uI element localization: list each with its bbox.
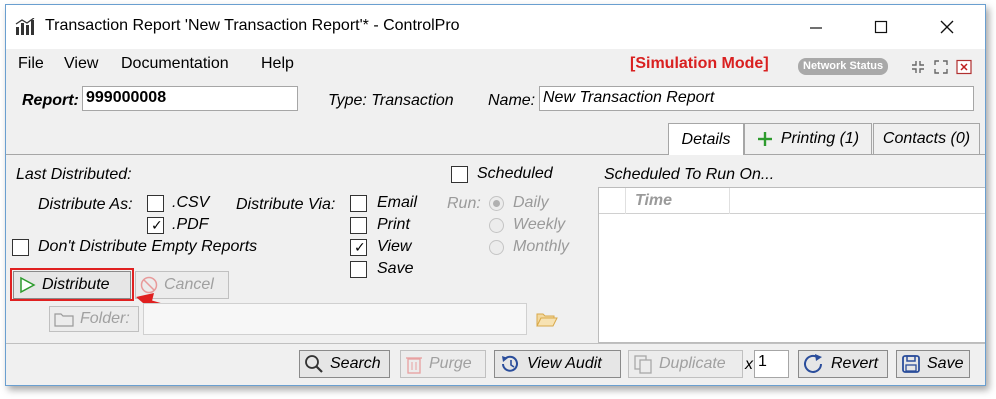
- title-bar: Transaction Report 'New Transaction Repo…: [6, 5, 985, 49]
- time-column-header: Time: [635, 192, 673, 209]
- view-checkbox[interactable]: ✓: [350, 239, 367, 256]
- report-label: Report:: [22, 92, 79, 109]
- floppy-disk-icon: [902, 355, 920, 373]
- name-label: Name:: [488, 92, 536, 109]
- save-label: Save: [377, 260, 414, 277]
- app-chart-icon: [15, 18, 35, 35]
- pdf-label: .PDF: [172, 216, 209, 233]
- menu-documentation[interactable]: Documentation: [121, 55, 229, 73]
- network-status-badge[interactable]: Network Status: [798, 58, 889, 75]
- duplicate-button-label: Duplicate: [659, 355, 726, 372]
- daily-label: Daily: [513, 194, 549, 211]
- open-folder-icon[interactable]: [536, 312, 558, 328]
- close-button[interactable]: [918, 5, 976, 49]
- report-window: Transaction Report 'New Transaction Repo…: [5, 4, 986, 386]
- collapse-icon[interactable]: [910, 59, 926, 75]
- revert-icon: [804, 354, 822, 373]
- csv-checkbox[interactable]: [147, 195, 164, 212]
- menu-file[interactable]: File: [18, 55, 44, 73]
- scheduled-label: Scheduled: [477, 165, 553, 182]
- schedule-grid[interactable]: Time: [598, 187, 985, 343]
- scheduled-to-run-label: Scheduled To Run On...: [604, 166, 775, 183]
- duplicate-times-label: x: [745, 356, 753, 373]
- duplicate-button[interactable]: Duplicate: [628, 350, 743, 378]
- save-button-label: Save: [927, 355, 964, 372]
- run-label: Run:: [447, 195, 481, 212]
- duplicate-count-field[interactable]: 1: [754, 350, 789, 378]
- pdf-checkbox[interactable]: ✓: [147, 217, 164, 234]
- folder-path-field[interactable]: [143, 303, 527, 335]
- menu-view[interactable]: View: [64, 55, 98, 73]
- play-icon: [20, 276, 36, 294]
- tab-printing-label: Printing (1): [780, 130, 860, 147]
- maximize-button[interactable]: [852, 5, 910, 49]
- history-icon: [502, 355, 518, 372]
- purge-button-label: Purge: [429, 355, 472, 372]
- schedule-grid-header: Time: [599, 188, 985, 214]
- toolbar-divider: [6, 343, 985, 344]
- monthly-radio[interactable]: [489, 240, 504, 255]
- scheduled-checkbox[interactable]: [451, 166, 468, 183]
- folder-outline-icon: [54, 313, 74, 327]
- distribute-as-label: Distribute As:: [38, 196, 133, 213]
- close-panel-icon[interactable]: [956, 59, 972, 75]
- plus-icon: [757, 132, 772, 146]
- csv-label: .CSV: [172, 194, 210, 211]
- report-name-field[interactable]: New Transaction Report: [539, 86, 974, 111]
- close-icon: [940, 20, 954, 34]
- view-audit-button[interactable]: View Audit: [494, 350, 621, 378]
- purge-button[interactable]: Purge: [400, 350, 486, 378]
- last-distributed-label: Last Distributed:: [16, 166, 132, 183]
- save-button[interactable]: Save: [896, 350, 970, 378]
- save-checkbox[interactable]: [350, 261, 367, 278]
- revert-button[interactable]: Revert: [798, 350, 888, 378]
- weekly-label: Weekly: [513, 216, 566, 233]
- distribute-via-label: Distribute Via:: [236, 196, 336, 213]
- email-label: Email: [377, 194, 418, 211]
- revert-button-label: Revert: [831, 355, 879, 372]
- report-type-text: Type: Transaction: [328, 92, 454, 109]
- simulation-mode-label: [Simulation Mode]: [630, 55, 769, 72]
- report-number-field[interactable]: 999000008: [82, 86, 298, 111]
- checkmark-icon: ✓: [151, 217, 163, 233]
- distribute-button-label: Distribute: [42, 276, 110, 293]
- email-checkbox[interactable]: [350, 195, 367, 212]
- menu-bar: File View Documentation Help [Simulation…: [6, 49, 985, 77]
- expand-icon[interactable]: [933, 59, 949, 75]
- search-button-label: Search: [330, 355, 381, 372]
- maximize-icon: [874, 20, 888, 34]
- weekly-radio[interactable]: [489, 218, 504, 233]
- dont-distribute-empty-checkbox[interactable]: [12, 239, 29, 256]
- dont-distribute-empty-label: Don't Distribute Empty Reports: [38, 238, 258, 255]
- distribute-button[interactable]: Distribute: [13, 271, 131, 299]
- checkmark-icon: ✓: [354, 239, 366, 255]
- folder-button-label: Folder:: [80, 310, 130, 327]
- minimize-button[interactable]: [787, 5, 845, 49]
- tab-panel-border: [6, 154, 985, 155]
- minimize-icon: [810, 27, 822, 29]
- search-button[interactable]: Search: [299, 350, 390, 378]
- menu-help[interactable]: Help: [261, 55, 294, 73]
- tab-details[interactable]: Details: [668, 123, 744, 155]
- print-label: Print: [377, 216, 410, 233]
- daily-radio[interactable]: [489, 196, 504, 211]
- copy-icon: [634, 355, 652, 374]
- window-title: Transaction Report 'New Transaction Repo…: [45, 17, 460, 34]
- tab-contacts[interactable]: Contacts (0): [873, 123, 980, 154]
- print-checkbox[interactable]: [350, 217, 367, 234]
- monthly-label: Monthly: [513, 238, 570, 255]
- folder-button[interactable]: Folder:: [49, 306, 139, 332]
- search-icon: [305, 355, 323, 373]
- view-audit-button-label: View Audit: [527, 355, 602, 372]
- view-label: View: [377, 238, 412, 255]
- tab-printing[interactable]: Printing (1): [744, 123, 872, 154]
- trash-icon: [406, 357, 422, 374]
